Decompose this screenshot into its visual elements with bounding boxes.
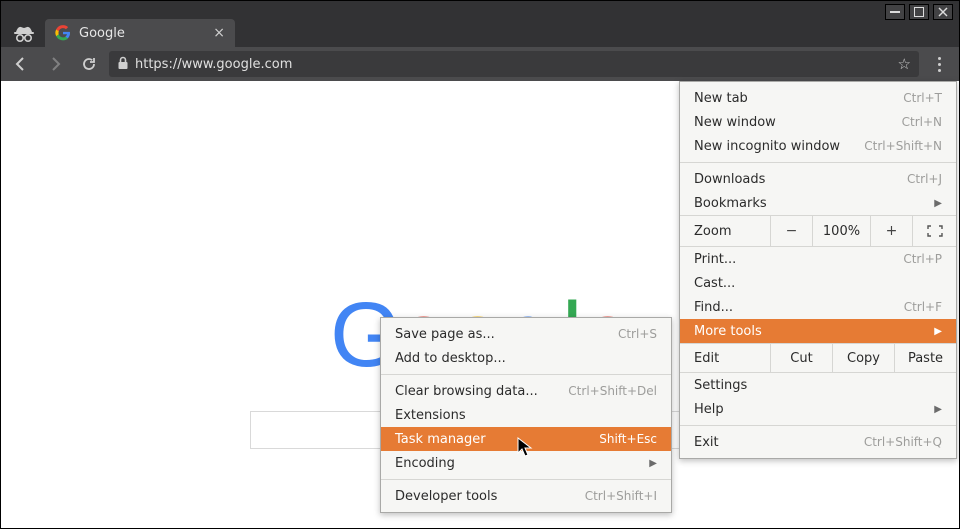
menu-item-new-incognito[interactable]: New incognito windowCtrl+Shift+N [680,134,956,158]
menu-item-save-page[interactable]: Save page as...Ctrl+S [381,322,671,346]
menu-item-print[interactable]: Print...Ctrl+P [680,247,956,271]
menu-item-zoom: Zoom − 100% + [680,215,956,247]
menu-button[interactable] [925,51,953,77]
chevron-right-icon: ▶ [934,404,942,415]
tab-title: Google [79,26,125,41]
url-text: https://www.google.com [135,57,892,72]
menu-item-encoding[interactable]: Encoding▶ [381,451,671,475]
edit-cut-button[interactable]: Cut [770,344,832,372]
bookmark-star-icon[interactable]: ☆ [898,55,911,73]
edit-copy-button[interactable]: Copy [832,344,894,372]
menu-item-extensions[interactable]: Extensions [381,403,671,427]
tab-strip: Google × [1,17,959,47]
menu-item-bookmarks[interactable]: Bookmarks▶ [680,191,956,215]
menu-separator [381,374,671,375]
reload-button[interactable] [75,51,103,77]
menu-separator [680,162,956,163]
kebab-icon [938,57,941,72]
zoom-label: Zoom [680,224,770,239]
menu-item-developer-tools[interactable]: Developer toolsCtrl+Shift+I [381,484,671,508]
menu-item-help[interactable]: Help▶ [680,397,956,421]
menu-item-edit: Edit Cut Copy Paste [680,343,956,373]
address-bar[interactable]: https://www.google.com ☆ [109,51,919,77]
menu-item-downloads[interactable]: DownloadsCtrl+J [680,167,956,191]
google-favicon-icon [55,25,71,41]
back-button[interactable] [7,51,35,77]
menu-separator [381,479,671,480]
menu-separator [680,425,956,426]
fullscreen-button[interactable] [912,216,956,246]
zoom-in-button[interactable]: + [870,216,912,246]
chrome-window: Google × https://www.google.com ☆ G o o … [0,0,960,529]
chevron-right-icon: ▶ [934,326,942,337]
toolbar: https://www.google.com ☆ [1,47,959,81]
menu-item-cast[interactable]: Cast... [680,271,956,295]
menu-item-clear-browsing-data[interactable]: Clear browsing data...Ctrl+Shift+Del [381,379,671,403]
menu-item-task-manager[interactable]: Task managerShift+Esc [381,427,671,451]
zoom-level: 100% [812,216,870,246]
zoom-out-button[interactable]: − [770,216,812,246]
tab-close-button[interactable]: × [213,25,225,41]
incognito-icon [9,21,39,47]
menu-item-add-to-desktop[interactable]: Add to desktop... [381,346,671,370]
edit-paste-button[interactable]: Paste [894,344,956,372]
forward-button[interactable] [41,51,69,77]
menu-item-new-tab[interactable]: New tabCtrl+T [680,86,956,110]
chevron-right-icon: ▶ [934,198,942,209]
more-tools-submenu: Save page as...Ctrl+S Add to desktop... … [380,317,672,513]
chevron-right-icon: ▶ [649,458,657,469]
menu-item-new-window[interactable]: New windowCtrl+N [680,110,956,134]
menu-item-settings[interactable]: Settings [680,373,956,397]
menu-item-exit[interactable]: ExitCtrl+Shift+Q [680,430,956,454]
chrome-main-menu: New tabCtrl+T New windowCtrl+N New incog… [679,81,957,459]
menu-item-find[interactable]: Find...Ctrl+F [680,295,956,319]
lock-icon [117,56,129,73]
browser-tab[interactable]: Google × [45,19,235,47]
edit-label: Edit [680,351,770,366]
menu-item-more-tools[interactable]: More tools▶ [680,319,956,343]
